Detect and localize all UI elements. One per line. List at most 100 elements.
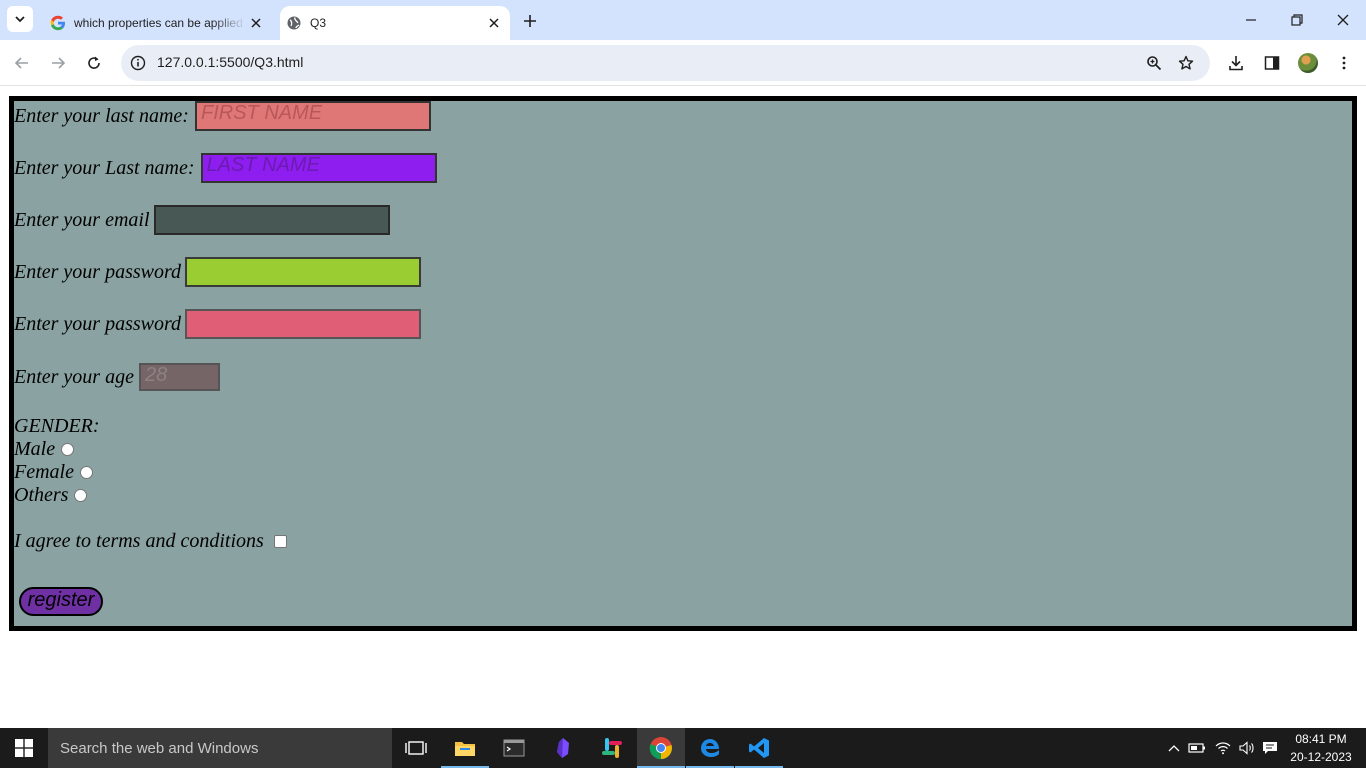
terms-label: I agree to terms and conditions	[14, 529, 264, 552]
show-hidden-icons-button[interactable]	[1164, 728, 1184, 768]
close-icon	[1337, 14, 1349, 26]
browser-menu-button[interactable]	[1332, 51, 1356, 75]
taskbar: Search the web and Windows 08:41 PM 20-1…	[0, 728, 1366, 768]
notification-icon	[1263, 742, 1277, 754]
side-panel-button[interactable]	[1260, 51, 1284, 75]
gender-option-label: Female	[14, 460, 74, 483]
obsidian-icon	[557, 738, 569, 758]
new-tab-button[interactable]	[518, 9, 542, 33]
clock-time: 08:41 PM	[1295, 732, 1347, 746]
action-center-button[interactable]	[1259, 728, 1281, 768]
register-button[interactable]: register	[19, 587, 103, 616]
confirm-password-row: Enter your password	[14, 309, 422, 339]
close-icon[interactable]	[246, 13, 266, 33]
arrow-right-icon	[52, 57, 66, 69]
chrome-app[interactable]	[637, 728, 685, 768]
speaker-icon	[1239, 741, 1254, 755]
age-row: Enter your age 28	[14, 362, 220, 392]
first-name-placeholder: FIRST NAME	[200, 102, 323, 124]
gender-label: GENDER:	[14, 414, 100, 437]
first-name-input[interactable]: FIRST NAME	[194, 101, 431, 131]
password-label: Enter your password	[14, 260, 182, 283]
vscode-app[interactable]	[735, 728, 783, 768]
battery-status[interactable]	[1186, 728, 1208, 768]
more-vert-icon	[1342, 56, 1346, 70]
browser-toolbar: 127.0.0.1:5500/Q3.html	[0, 40, 1366, 86]
address-bar[interactable]: 127.0.0.1:5500/Q3.html	[121, 45, 1210, 81]
task-view-icon	[405, 741, 427, 755]
obsidian-app[interactable]	[539, 728, 587, 768]
network-status[interactable]	[1212, 728, 1234, 768]
age-input[interactable]: 28	[138, 363, 220, 391]
gender-option-others: Others	[14, 483, 88, 506]
clock-date: 20-12-2023	[1290, 750, 1352, 764]
last-name-input[interactable]: LAST NAME	[200, 153, 437, 183]
restore-icon	[1291, 14, 1303, 26]
chrome-icon	[649, 737, 673, 760]
taskbar-clock[interactable]: 08:41 PM 20-12-2023	[1286, 730, 1356, 766]
downloads-button[interactable]	[1224, 51, 1248, 75]
tab-search-button[interactable]	[7, 6, 33, 32]
age-label: Enter your age	[14, 365, 134, 388]
profile-avatar[interactable]	[1298, 53, 1318, 73]
chevron-down-icon	[15, 16, 25, 23]
taskbar-search[interactable]: Search the web and Windows	[48, 728, 392, 768]
google-icon	[50, 15, 66, 31]
others-radio[interactable]	[74, 488, 88, 502]
confirm-password-label: Enter your password	[14, 312, 182, 335]
confirm-password-input[interactable]	[185, 309, 422, 339]
slack-icon	[602, 738, 622, 758]
back-button[interactable]	[10, 51, 34, 75]
registration-form: Enter your last name: FIRST NAME Enter y…	[9, 96, 1357, 631]
gender-option-label: Male	[14, 437, 56, 460]
password-row: Enter your password	[14, 257, 422, 287]
wifi-icon	[1215, 742, 1231, 755]
first-name-row: Enter your last name: FIRST NAME	[14, 101, 431, 131]
edge-icon	[701, 739, 719, 757]
forward-button[interactable]	[46, 51, 70, 75]
bookmark-star-icon[interactable]	[1174, 51, 1198, 75]
arrow-left-icon	[14, 57, 28, 69]
edge-app[interactable]	[686, 728, 734, 768]
close-window-button[interactable]	[1320, 0, 1366, 40]
reload-icon	[88, 56, 100, 69]
file-explorer-app[interactable]	[441, 728, 489, 768]
email-input[interactable]	[153, 205, 390, 235]
gender-option-female: Female	[14, 461, 93, 483]
male-radio[interactable]	[61, 442, 75, 456]
terms-checkbox[interactable]	[273, 534, 287, 548]
last-name-placeholder: LAST NAME	[206, 154, 320, 176]
last-name-label: Enter your Last name:	[14, 156, 195, 179]
folder-icon	[455, 742, 475, 756]
restore-button[interactable]	[1274, 0, 1320, 40]
first-name-label: Enter your last name:	[14, 104, 189, 127]
taskbar-search-placeholder: Search the web and Windows	[60, 739, 259, 757]
zoom-icon[interactable]	[1142, 51, 1166, 75]
start-button[interactable]	[0, 728, 48, 768]
password-input[interactable]	[185, 257, 422, 287]
windows-logo-icon	[15, 739, 33, 757]
email-row: Enter your email	[14, 205, 390, 235]
volume-control[interactable]	[1236, 728, 1258, 768]
minimize-button[interactable]	[1228, 0, 1274, 40]
battery-icon	[1188, 743, 1205, 753]
tab-q3[interactable]: Q3	[280, 6, 510, 40]
reload-button[interactable]	[82, 51, 106, 75]
task-view-button[interactable]	[392, 728, 440, 768]
side-panel-icon	[1264, 56, 1280, 70]
age-placeholder: 28	[144, 364, 168, 386]
page-viewport: Enter your last name: FIRST NAME Enter y…	[0, 86, 1366, 728]
tab-google-search[interactable]: which properties can be applied	[40, 6, 272, 40]
terminal-app[interactable]	[490, 728, 538, 768]
last-name-row: Enter your Last name: LAST NAME	[14, 153, 437, 183]
site-info-icon[interactable]	[126, 51, 150, 75]
plus-icon	[524, 15, 536, 27]
email-label: Enter your email	[14, 208, 150, 231]
gender-option-male: Male	[14, 437, 75, 460]
female-radio[interactable]	[79, 465, 93, 479]
tab-title: Q3	[310, 16, 327, 30]
slack-app[interactable]	[588, 728, 636, 768]
gender-option-label: Others	[14, 483, 69, 506]
close-icon[interactable]	[484, 13, 504, 33]
tab-strip: which properties can be applied Q3	[0, 0, 1366, 40]
